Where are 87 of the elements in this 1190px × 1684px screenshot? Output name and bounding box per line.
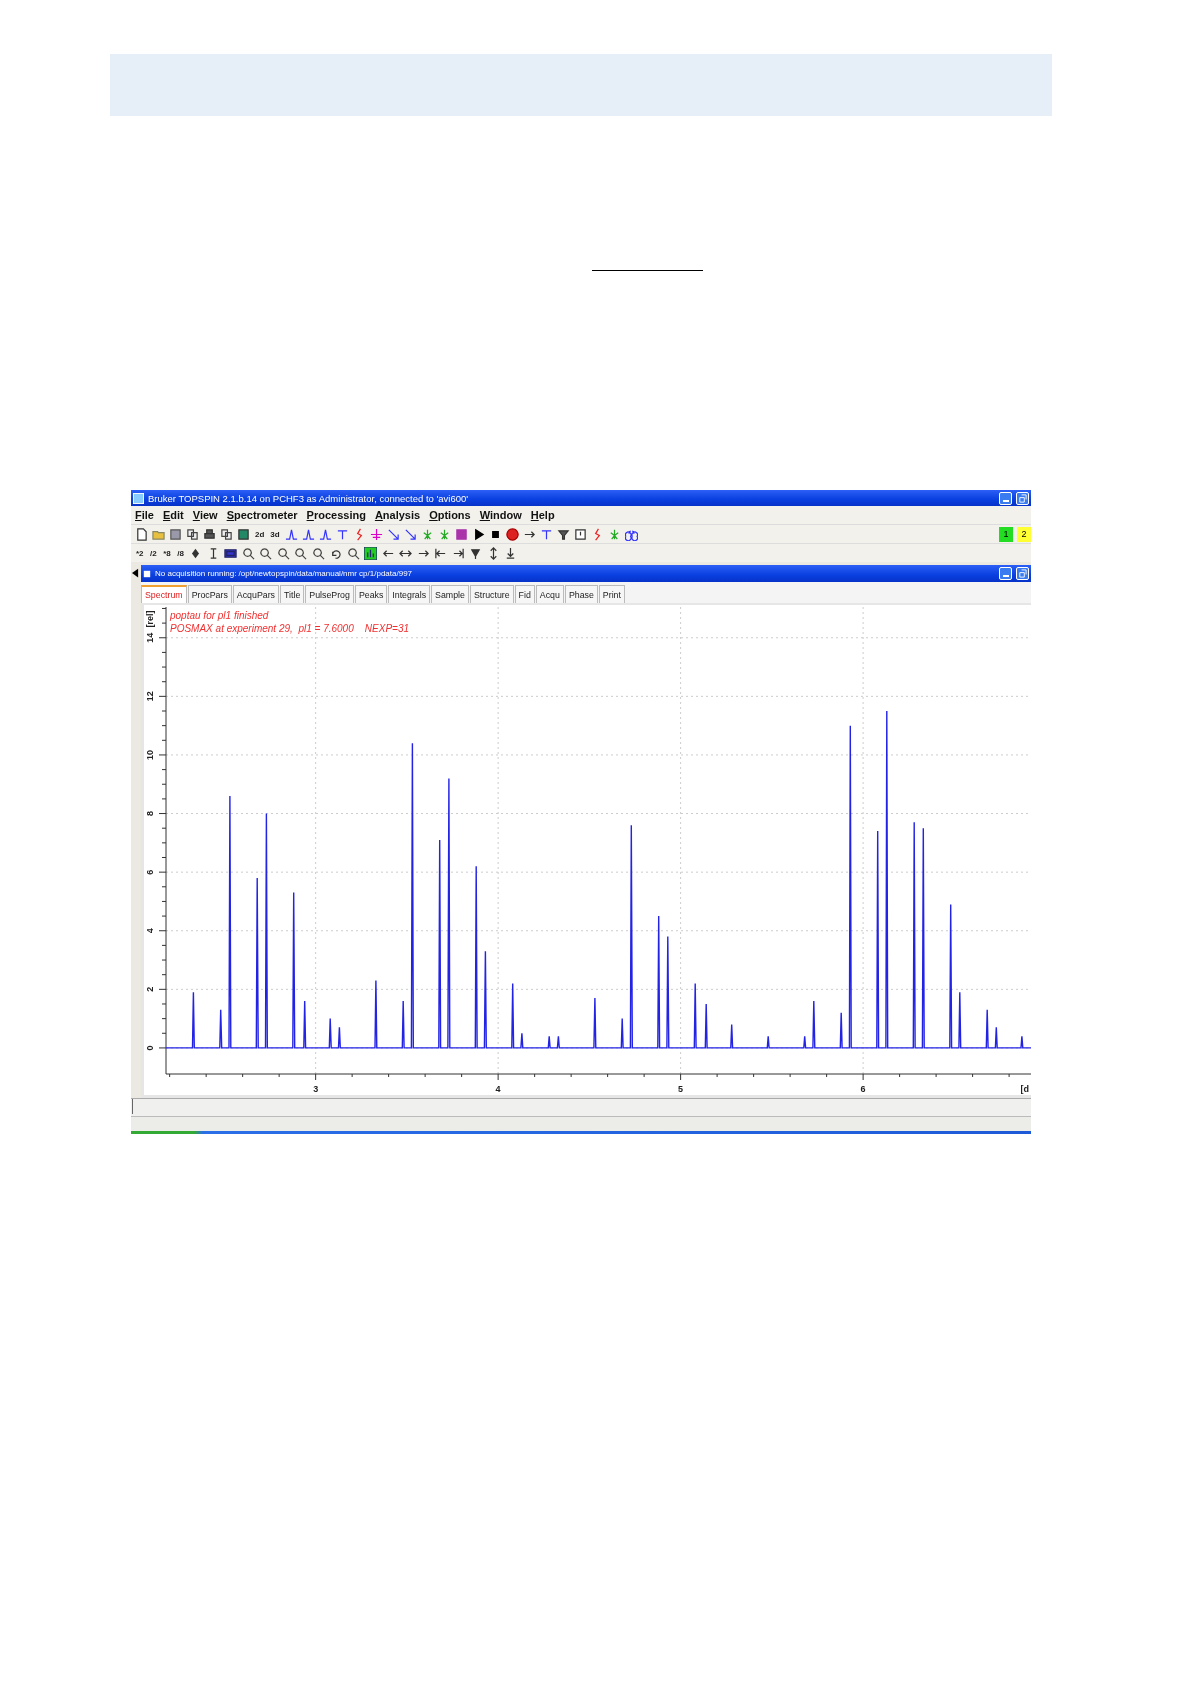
menu-item[interactable]: File (135, 509, 154, 521)
axis-title: [rel] (145, 610, 155, 628)
arrow-to-right-icon[interactable] (451, 546, 465, 560)
tab[interactable]: Print (598, 585, 625, 603)
tick-label: 5 (678, 1084, 684, 1094)
toolbar-button[interactable]: 3d (269, 529, 281, 539)
zoom-icon[interactable] (259, 546, 273, 560)
toolbar-button[interactable]: 2d (254, 529, 266, 539)
bar-chart-icon[interactable] (364, 546, 378, 560)
copy-icon[interactable] (220, 527, 233, 541)
tick-label: 6 (860, 1084, 866, 1094)
stop-sign-icon[interactable] (505, 527, 519, 541)
crosshair-icon[interactable] (369, 527, 383, 541)
restore-button[interactable] (1016, 491, 1029, 505)
tick-label: 6 (145, 869, 155, 875)
tick-label: 12 (145, 691, 155, 702)
menu-item[interactable]: Spectrometer (226, 509, 298, 521)
tab[interactable]: Peaks (354, 585, 388, 603)
tab[interactable]: PulseProg (305, 585, 354, 603)
indicator[interactable]: 1 (999, 526, 1013, 542)
peak-icon[interactable] (318, 527, 332, 541)
tab[interactable]: Phase (564, 585, 598, 603)
menu-item[interactable]: Options (429, 509, 471, 521)
image-icon[interactable] (237, 527, 250, 541)
minimize-button[interactable] (999, 567, 1012, 580)
left-triangle-icon[interactable] (132, 568, 139, 578)
tab[interactable]: Spectrum (141, 585, 187, 603)
toolbar-button[interactable]: *2 (135, 548, 145, 558)
axis-title: [d (1020, 1084, 1029, 1094)
tab[interactable]: AcquPars (232, 585, 279, 603)
restore-icon (1018, 569, 1027, 578)
status-message: POSMAX at experiment 29, pl1 = 7.6000 NEXP=31 (170, 623, 410, 634)
arrow-to-left-icon[interactable] (434, 546, 448, 560)
square-icon[interactable] (454, 527, 468, 541)
toolbar-button[interactable]: /8 (176, 548, 185, 558)
t-shape-icon[interactable] (335, 527, 349, 541)
tick-label: 4 (145, 928, 155, 934)
toolbar-button[interactable]: *8 (162, 548, 172, 558)
copy-icon[interactable] (186, 527, 199, 541)
peak-icon[interactable] (301, 527, 315, 541)
box-icon[interactable] (573, 527, 587, 541)
window-title: Bruker TOPSPIN 2.1.b.14 on PCHF3 as Administrator, connected to 'avi600' (148, 492, 469, 504)
tab[interactable]: Structure (469, 585, 514, 603)
menu-item[interactable]: Analysis (374, 509, 421, 521)
data-window-title: No acquisition running: /opt/newtopspin/data/manual/nmr cp/1/pdata/997 (155, 569, 413, 578)
down-triangle-icon[interactable] (469, 546, 483, 560)
tab[interactable]: Integrals (388, 585, 431, 603)
tick-label: 4 (495, 1084, 501, 1094)
zoom-icon[interactable] (276, 546, 290, 560)
restore-button[interactable] (1016, 567, 1029, 580)
app-icon (133, 492, 144, 504)
tab[interactable]: Acqu (535, 585, 564, 603)
status-message: poptau for pl1 finished (170, 610, 269, 621)
window-icon (143, 569, 151, 578)
screen-icon[interactable] (224, 546, 238, 560)
menu-item[interactable]: Help (530, 509, 555, 521)
tick-label: 10 (145, 749, 155, 760)
t-shape-icon[interactable] (539, 527, 553, 541)
tick-label: 2 (145, 986, 155, 992)
minimize-icon (1002, 499, 1009, 502)
tick-label: 14 (145, 632, 155, 643)
tab[interactable]: Sample (431, 585, 469, 603)
tab[interactable]: ProcPars (187, 585, 232, 603)
funnel-icon[interactable] (556, 527, 570, 541)
minimize-icon (1002, 575, 1009, 577)
menu-item[interactable]: Edit (162, 509, 184, 521)
menu-item[interactable]: View (192, 509, 218, 521)
menu-item[interactable]: Processing (306, 509, 366, 521)
document-icon[interactable] (135, 527, 148, 541)
restore-icon (1018, 493, 1027, 503)
printer-icon[interactable] (203, 527, 216, 541)
toolbar-button[interactable]: /2 (149, 548, 158, 558)
zoom-icon[interactable] (241, 546, 255, 560)
zoom-icon[interactable] (346, 546, 360, 560)
diagonal-arrow-icon[interactable] (386, 527, 400, 541)
tick-label: 8 (145, 811, 155, 817)
indicator[interactable]: 2 (1017, 526, 1031, 542)
tick-label: 3 (313, 1084, 319, 1094)
tab[interactable]: Fid (514, 585, 535, 603)
zoom-icon[interactable] (294, 546, 308, 560)
menu-item[interactable]: Window (479, 509, 522, 521)
zoom-icon[interactable] (311, 546, 325, 560)
peak-icon[interactable] (284, 527, 298, 541)
minimize-button[interactable] (999, 491, 1012, 505)
tab[interactable]: Title (280, 585, 305, 603)
tick-label: 0 (145, 1045, 155, 1051)
diagonal-arrow-icon[interactable] (403, 527, 417, 541)
